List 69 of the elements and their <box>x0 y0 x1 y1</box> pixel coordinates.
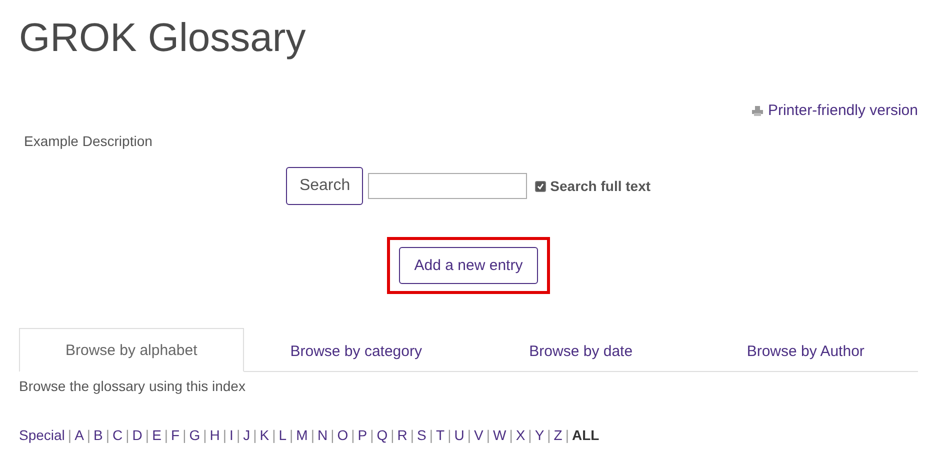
separator: | <box>310 427 314 443</box>
separator: | <box>565 427 569 443</box>
separator: | <box>370 427 374 443</box>
separator: | <box>467 427 471 443</box>
index-letter-link[interactable]: C <box>112 427 123 443</box>
index-letter-link[interactable]: S <box>417 427 426 443</box>
index-letter-link[interactable]: E <box>152 427 162 443</box>
separator: | <box>145 427 150 443</box>
separator: | <box>86 427 91 443</box>
add-entry-button[interactable]: Add a new entry <box>399 247 538 284</box>
printer-icon <box>752 106 763 116</box>
separator: | <box>272 427 276 443</box>
browse-hint: Browse the glossary using this index <box>19 378 246 394</box>
index-letter-link[interactable]: K <box>260 427 270 443</box>
separator: | <box>528 427 532 443</box>
index-letter-link[interactable]: B <box>94 427 103 443</box>
separator: | <box>126 427 130 443</box>
index-letter-link[interactable]: Q <box>376 427 388 443</box>
printer-friendly-link[interactable]: Printer-friendly version <box>752 102 918 119</box>
index-letter-link[interactable]: A <box>74 427 84 443</box>
separator: | <box>390 427 394 443</box>
checkbox-icon[interactable] <box>535 180 546 192</box>
index-letter-link[interactable]: G <box>189 427 200 443</box>
browse-tab[interactable]: Browse by date <box>468 328 694 372</box>
index-letter-link[interactable]: I <box>230 427 234 443</box>
index-letter-link[interactable]: T <box>436 427 445 443</box>
glossary-description: Example Description <box>24 133 154 149</box>
index-letter-link[interactable]: P <box>358 427 368 443</box>
index-letter-link[interactable]: R <box>397 427 408 443</box>
index-letter-link[interactable]: U <box>454 427 464 443</box>
index-letter-link[interactable]: V <box>474 427 484 443</box>
separator: | <box>203 427 207 443</box>
index-letter-link[interactable]: O <box>337 427 348 443</box>
full-text-checkbox[interactable]: Search full text <box>535 178 651 194</box>
separator: | <box>330 427 334 443</box>
index-letter-link[interactable]: F <box>171 427 180 443</box>
index-letter-link[interactable]: Z <box>554 427 562 443</box>
separator: | <box>182 427 186 443</box>
index-letter-link[interactable]: Special <box>19 427 65 443</box>
separator: | <box>429 427 434 443</box>
separator: | <box>410 427 414 443</box>
browse-tab[interactable]: Browse by category <box>244 328 468 372</box>
page-title: GROK Glossary <box>19 15 307 62</box>
separator: | <box>68 427 72 443</box>
separator: | <box>222 427 227 443</box>
separator: | <box>351 427 355 443</box>
separator: | <box>509 427 513 443</box>
search-button[interactable]: Search <box>286 167 364 205</box>
index-letter-link[interactable]: H <box>210 427 220 443</box>
separator: | <box>290 427 294 443</box>
separator: | <box>486 427 490 443</box>
separator: | <box>448 427 452 443</box>
separator: | <box>253 427 257 443</box>
search-field[interactable] <box>368 173 528 199</box>
index-letter-link[interactable]: L <box>278 427 286 443</box>
index-letter-link[interactable]: N <box>317 427 328 443</box>
index-letter-link[interactable]: W <box>492 427 506 443</box>
index-letter-link[interactable]: D <box>132 427 142 443</box>
index-letter-link[interactable]: J <box>243 427 250 443</box>
browse-tab[interactable]: Browse by Author <box>693 328 918 372</box>
index-letter-link[interactable]: Y <box>534 427 544 443</box>
separator: | <box>164 427 168 443</box>
index-letter-link[interactable]: ALL <box>572 427 600 443</box>
separator: | <box>547 427 551 443</box>
index-letter-link[interactable]: X <box>516 427 526 443</box>
browse-tab[interactable]: Browse by alphabet <box>19 328 244 372</box>
index-letter-link[interactable]: M <box>296 427 308 443</box>
separator: | <box>106 427 110 443</box>
separator: | <box>236 427 240 443</box>
